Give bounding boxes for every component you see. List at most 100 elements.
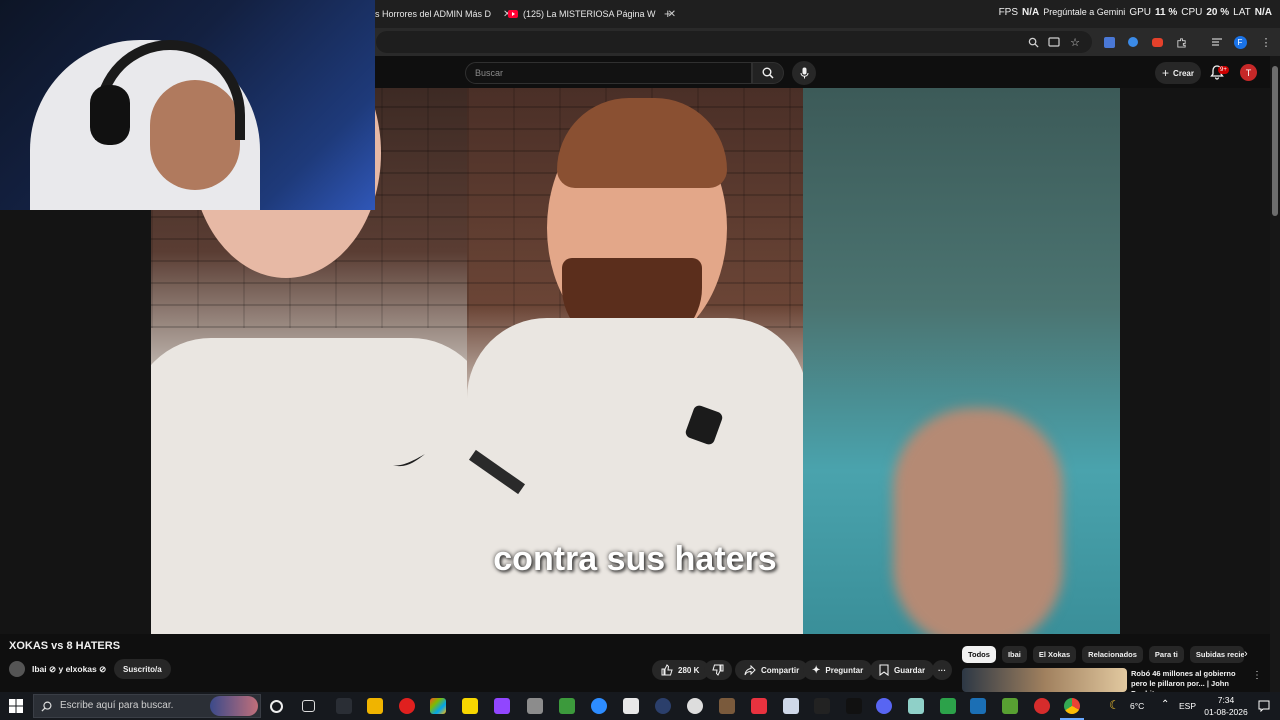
gemini-label[interactable]: Pregúntale a Gemini [1043,7,1125,18]
subscribed-button[interactable]: Suscrito/a [114,659,171,679]
taskbar-search-box[interactable]: Escribe aquí para buscar. [33,694,261,718]
weather-temperature[interactable]: 6°C [1130,701,1144,711]
recommended-more-icon[interactable]: ⋮ [1252,670,1262,681]
task-view-icon[interactable] [302,700,315,712]
app-icon-dark[interactable] [336,698,352,714]
shield-extension-icon[interactable] [1126,35,1140,49]
media-queue-icon[interactable] [1210,35,1224,49]
steam-icon[interactable] [970,698,986,714]
chip-subidas-recientes[interactable]: Subidas recien [1189,646,1244,663]
tiktok-icon[interactable] [846,698,862,714]
windows-start-icon[interactable] [9,699,23,713]
system-tray: ☾ 6°C ⌃ ESP 7:34 01-08-2026 [1106,695,1276,717]
dislike-button[interactable] [704,660,732,680]
new-tab-button[interactable]: + [664,6,672,21]
scrollbar-thumb[interactable] [1272,66,1278,216]
zoom-app-icon[interactable] [591,698,607,714]
ask-button[interactable]: ✦ Preguntar [803,660,873,680]
chip-para-ti[interactable]: Para ti [1148,646,1184,663]
streamer-webcam [0,0,375,210]
app-icon-grey[interactable] [527,698,543,714]
minecraft-icon[interactable] [1002,698,1018,714]
cpu-value: 20 % [1206,7,1230,18]
translate-extension-icon[interactable] [1102,35,1116,49]
file-explorer-icon[interactable] [367,698,383,714]
sparkle-icon: ✦ [812,664,821,676]
tray-overflow-icon[interactable]: ⌃ [1161,699,1169,710]
app-icon-navy[interactable] [655,698,671,714]
install-app-icon[interactable] [1047,35,1061,49]
share-button[interactable]: Compartir [735,660,809,680]
app-icon-brown[interactable] [719,698,735,714]
chrome-icon[interactable] [1064,698,1080,714]
app-icon-letter[interactable] [940,698,956,714]
red-extension-icon[interactable] [1150,35,1164,49]
save-playlist-icon [879,664,889,676]
twitch-icon[interactable] [494,698,510,714]
app-icon-red[interactable] [751,698,767,714]
opera-icon[interactable] [399,698,415,714]
microsoft-store-icon[interactable] [430,698,446,714]
cortana-icon[interactable] [270,700,283,713]
app-icon-green[interactable] [559,698,575,714]
tab-label: s Horrores del ADMIN Más D [375,9,492,19]
thumbs-down-icon [712,664,724,676]
address-bar[interactable] [376,31,1092,53]
recording-icon[interactable] [1034,698,1050,714]
create-button[interactable]: + Crear [1155,62,1201,84]
channel-names[interactable]: Ibai ⊘ y elxokas ⊘ [32,664,106,675]
blurred-person [893,408,1063,634]
chip-el-xokas[interactable]: El Xokas [1032,646,1077,663]
search-input[interactable]: Buscar [465,62,752,84]
chips-next-arrow-icon[interactable]: › [1244,648,1248,660]
taskbar-search-placeholder: Escribe aquí para buscar. [60,700,174,711]
video-subtitle: contra sus haters [493,540,777,578]
windows-taskbar: Escribe aquí para buscar. ☾ 6°C ⌃ ESP 7:… [0,692,1280,720]
channel-avatar[interactable] [9,661,25,677]
chip-todos[interactable]: Todos [962,646,996,663]
search-icon [762,67,774,79]
language-indicator[interactable]: ESP [1179,701,1196,711]
thumbs-up-icon [661,664,673,676]
like-button[interactable]: 280 K [652,660,710,680]
tab-misteriosa-pagina[interactable]: (125) La MISTERIOSA Página W ✕ [508,4,676,24]
profile-avatar-icon[interactable]: F [1233,35,1247,49]
gpu-value: 11 % [1154,7,1178,18]
white-shirt [467,318,803,634]
cpu-label: CPU [1181,7,1203,18]
lat-label: LAT [1233,7,1251,18]
clock-date[interactable]: 01-08-2026 [1200,707,1252,717]
like-count: 280 K [678,665,700,675]
app-icon-teal[interactable] [908,698,924,714]
headphone-earcup [90,85,130,145]
page-scrollbar[interactable] [1270,56,1280,692]
chip-ibai[interactable]: Ibai [1001,646,1027,663]
chip-relacionados[interactable]: Relacionados [1082,646,1143,663]
account-avatar[interactable]: T [1240,64,1257,81]
save-button[interactable]: Guardar [870,660,935,680]
discord-icon[interactable] [876,698,892,714]
search-button[interactable] [752,62,784,84]
extensions-puzzle-icon[interactable] [1174,35,1188,49]
bookmark-star-icon[interactable]: ☆ [1068,35,1082,49]
microphone-icon [800,67,808,79]
video-info-section: XOKAS vs 8 HATERS Ibai ⊘ y elxokas ⊘ Sus… [0,634,1270,698]
share-label: Compartir [761,665,800,675]
settings-gear-icon[interactable] [687,698,703,714]
tab-admin-horrores[interactable]: s Horrores del ADMIN Más D ✕ [375,4,511,24]
app-icon-black[interactable] [814,698,830,714]
app-icon-cube[interactable] [783,698,799,714]
browser-menu-icon[interactable]: ⋮ [1259,35,1273,49]
sticky-notes-icon[interactable] [462,698,478,714]
more-actions-button[interactable]: ··· [932,660,952,680]
nike-logo-icon [393,454,425,467]
app-icon-white[interactable] [623,698,639,714]
zoom-icon[interactable] [1026,35,1040,49]
taskbar-search-icon [41,701,52,712]
clock-time[interactable]: 7:34 [1202,695,1250,705]
voice-search-button[interactable] [792,61,816,85]
related-filter-chips: Todos Ibai El Xokas Relacionados Para ti… [962,646,1244,663]
recommended-video-thumbnail[interactable] [962,668,1127,692]
plus-icon: + [1162,66,1170,80]
notification-center-icon[interactable] [1258,700,1270,712]
